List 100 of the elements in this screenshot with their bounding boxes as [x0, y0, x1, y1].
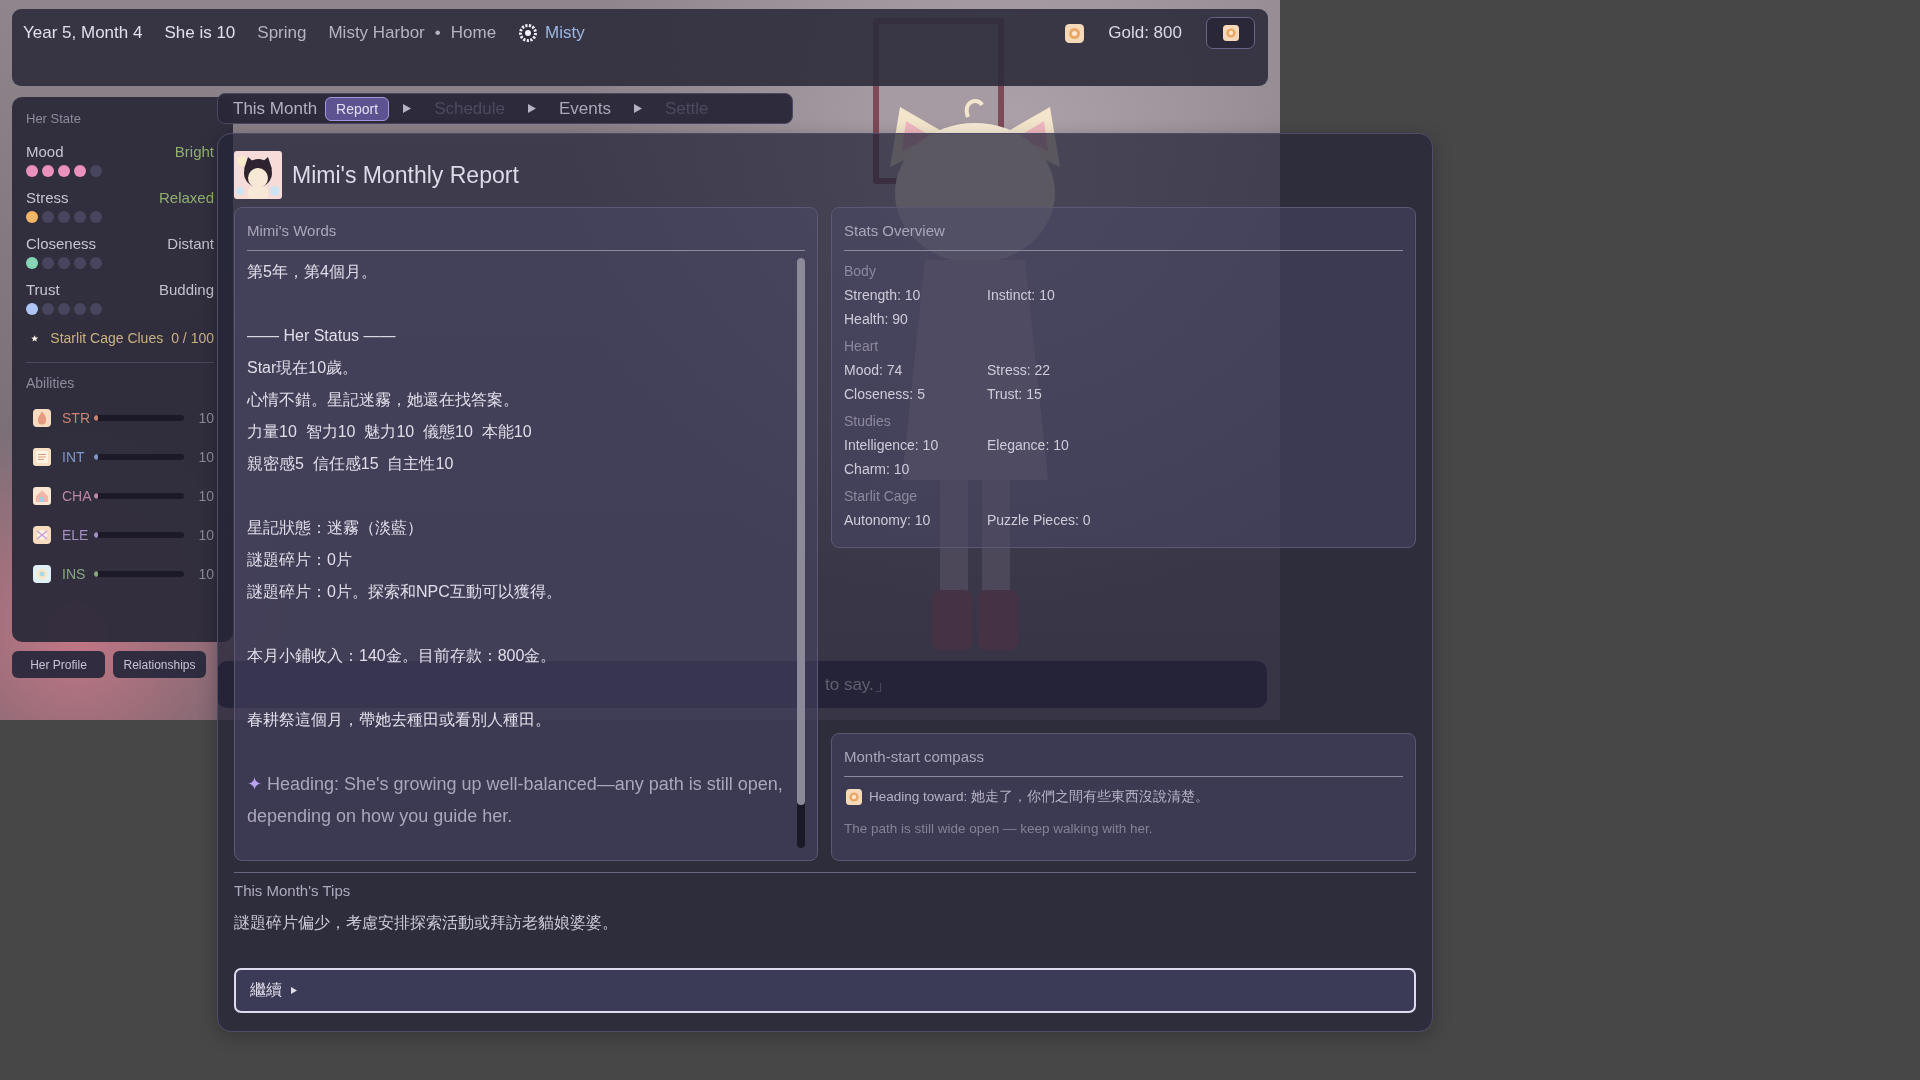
words-line: 力量10 智力10 魅力10 儀態10 本能10: [247, 422, 532, 442]
steps-label: This Month: [233, 98, 318, 119]
empty-pip-icon: [74, 211, 86, 223]
icon-button[interactable]: [1206, 17, 1255, 49]
stat-entry: Health: 90: [844, 311, 908, 327]
meter-label: Trust: [26, 280, 60, 300]
words-line: 春耕祭這個月，帶她去種田或看別人種田。: [247, 710, 551, 730]
coin-icon: [1065, 23, 1085, 43]
panel-title: Month-start compass: [844, 747, 985, 767]
ability-value: 10: [198, 488, 214, 504]
notebook-icon: [33, 448, 51, 466]
coin-icon: [1222, 25, 1239, 41]
stat-entry: Autonomy: 10: [844, 512, 931, 528]
empty-pip-icon: [58, 303, 70, 315]
ring-icon: [518, 23, 539, 43]
stat-entry: Mood: 74: [844, 362, 903, 378]
ability-value: 10: [198, 449, 214, 465]
words-line: 親密感5 信任感15 自主性10: [247, 454, 454, 474]
clues-label: Starlit Cage Clues: [50, 330, 164, 346]
arrow-icon: [528, 104, 536, 113]
currency-amount: Gold: 800: [1108, 23, 1182, 43]
empty-pip-icon: [42, 303, 54, 315]
stat-group-heading: Studies: [844, 412, 891, 431]
continue-button[interactable]: 繼續: [234, 968, 1416, 1013]
tips-title: This Month's Tips: [234, 881, 351, 901]
report-title: Mimi's Monthly Report: [292, 161, 519, 189]
tips-text: 謎題碎片偏少，考慮安排探索活動或拜訪老貓娘婆婆。: [234, 913, 618, 933]
ability-label: CHA: [62, 488, 93, 504]
empty-pip-icon: [90, 257, 102, 269]
cat-avatar-icon: [234, 151, 282, 199]
empty-pip-icon: [58, 211, 70, 223]
house-icon: [33, 487, 51, 505]
words-line: 本月小鋪收入：140金。目前存款：800金。: [247, 646, 557, 666]
weather-label: Misty: [545, 22, 585, 44]
words-line: Star現在10歲。: [247, 358, 359, 378]
arrow-icon: [634, 104, 642, 113]
age-label: She is 10: [164, 22, 236, 44]
meter-label: Closeness: [26, 234, 97, 254]
date-label: Year 5, Month 4: [23, 22, 143, 44]
arrow-icon: [403, 104, 412, 113]
stat-entry: Closeness: 5: [844, 386, 925, 402]
stat-entry: Trust: 15: [987, 386, 1042, 402]
ability-label: ELE: [62, 527, 90, 543]
section-title: Abilities: [26, 374, 75, 392]
meter-value: Bright: [174, 142, 214, 162]
clues-count: 0 / 100: [171, 330, 214, 346]
meter-label: Stress: [26, 188, 69, 208]
stat-group-heading: Starlit Cage: [844, 487, 918, 506]
ability-label: INT: [62, 449, 86, 465]
nav-button[interactable]: Her Profile: [12, 651, 105, 678]
empty-pip-icon: [58, 257, 70, 269]
empty-pip-icon: [42, 257, 54, 269]
caret-icon: [291, 987, 297, 994]
location-label: Misty Harbor: [328, 22, 425, 44]
season-label: Spring: [257, 22, 307, 44]
empty-pip-icon: [90, 211, 102, 223]
ability-value: 10: [198, 527, 214, 543]
stat-group-heading: Heart: [844, 337, 879, 356]
coin-icon: [846, 789, 862, 805]
empty-pip-icon: [74, 303, 86, 315]
stat-entry: Puzzle Pieces: 0: [987, 512, 1091, 528]
empty-pip-icon: [74, 257, 86, 269]
empty-pip-icon: [42, 211, 54, 223]
ability-label: INS: [62, 566, 87, 582]
separator-dot: •: [434, 22, 441, 44]
place-label: Home: [450, 22, 497, 44]
stat-entry: Instinct: 10: [987, 287, 1055, 303]
heading-note: ✦ Heading: She's growing up well-balanced—any path is still open, depending on how you guide her.: [247, 773, 784, 828]
step-tab[interactable]: Report: [325, 96, 390, 121]
meter-value: Budding: [158, 280, 214, 300]
stat-group-heading: Body: [844, 262, 876, 281]
stat-entry: Strength: 10: [844, 287, 921, 303]
drop-icon: [33, 409, 51, 427]
meter-label: Mood: [26, 142, 64, 162]
meter-value: Distant: [167, 234, 214, 254]
ability-value: 10: [198, 566, 214, 582]
empty-pip-icon: [90, 165, 102, 177]
ability-value: 10: [198, 410, 214, 426]
compass-note: The path is still wide open — keep walking with her.: [844, 820, 1153, 838]
empty-pip-icon: [90, 303, 102, 315]
panel-title: Mimi's Words: [247, 221, 337, 241]
words-line: 心情不錯。星記迷霧，她還在找答案。: [247, 390, 519, 410]
panel-title: Stats Overview: [844, 221, 945, 241]
nav-button[interactable]: Relationships: [113, 651, 206, 678]
words-line: —— Her Status ——: [247, 326, 396, 346]
stat-entry: Elegance: 10: [987, 437, 1069, 453]
meter-value: Relaxed: [158, 188, 214, 208]
stat-entry: Charm: 10: [844, 461, 910, 477]
section-title: Her State: [26, 110, 81, 128]
cross-icon: [33, 526, 51, 544]
ability-label: STR: [62, 410, 91, 426]
stat-entry: Intelligence: 10: [844, 437, 939, 453]
words-line: 謎題碎片：0片。探索和NPC互動可以獲得。: [247, 582, 562, 602]
circle-icon: [33, 565, 51, 583]
heading-toward-text: Heading toward: 她走了，你們之間有些東西沒說清楚。: [869, 788, 1210, 806]
step-tab[interactable]: Events: [550, 96, 620, 121]
words-line: 謎題碎片：0片: [247, 550, 352, 570]
stat-entry: Stress: 22: [987, 362, 1051, 378]
words-line: 第5年，第4個月。: [247, 262, 377, 282]
words-line: 星記狀態：迷霧（淡藍）: [247, 518, 423, 538]
